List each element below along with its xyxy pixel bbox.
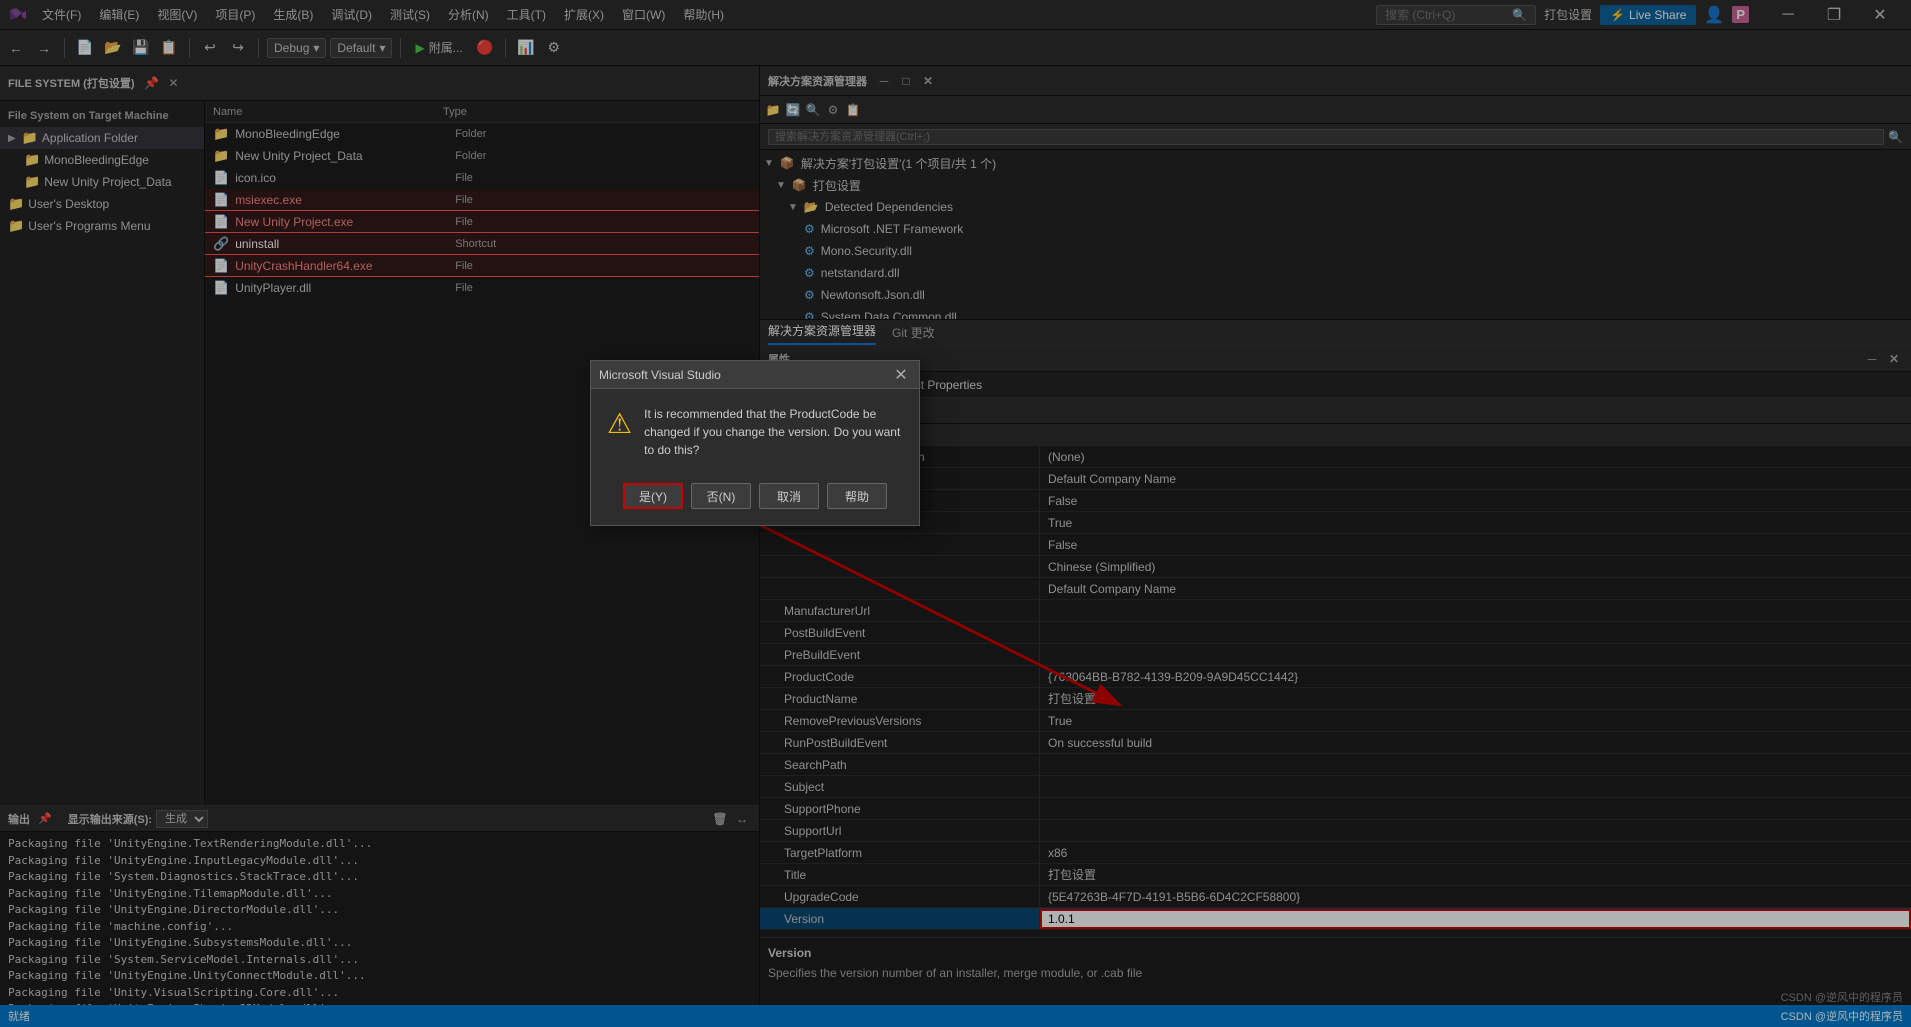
dialog-help-button[interactable]: 帮助 <box>827 483 887 509</box>
dialog: Microsoft Visual Studio ✕ ⚠ It is recomm… <box>590 360 920 526</box>
dialog-close-button[interactable]: ✕ <box>891 365 911 385</box>
modal-overlay: Microsoft Visual Studio ✕ ⚠ It is recomm… <box>0 0 1911 1027</box>
dialog-no-button[interactable]: 否(N) <box>691 483 751 509</box>
dialog-title-bar: Microsoft Visual Studio ✕ <box>591 361 919 389</box>
dialog-message: It is recommended that the ProductCode b… <box>644 405 903 459</box>
dialog-cancel-button[interactable]: 取消 <box>759 483 819 509</box>
dialog-yes-button[interactable]: 是(Y) <box>623 483 683 509</box>
dialog-title: Microsoft Visual Studio <box>599 368 891 382</box>
dialog-body: ⚠ It is recommended that the ProductCode… <box>591 389 919 475</box>
dialog-warning-icon: ⚠ <box>607 407 632 440</box>
dialog-buttons: 是(Y) 否(N) 取消 帮助 <box>591 475 919 525</box>
